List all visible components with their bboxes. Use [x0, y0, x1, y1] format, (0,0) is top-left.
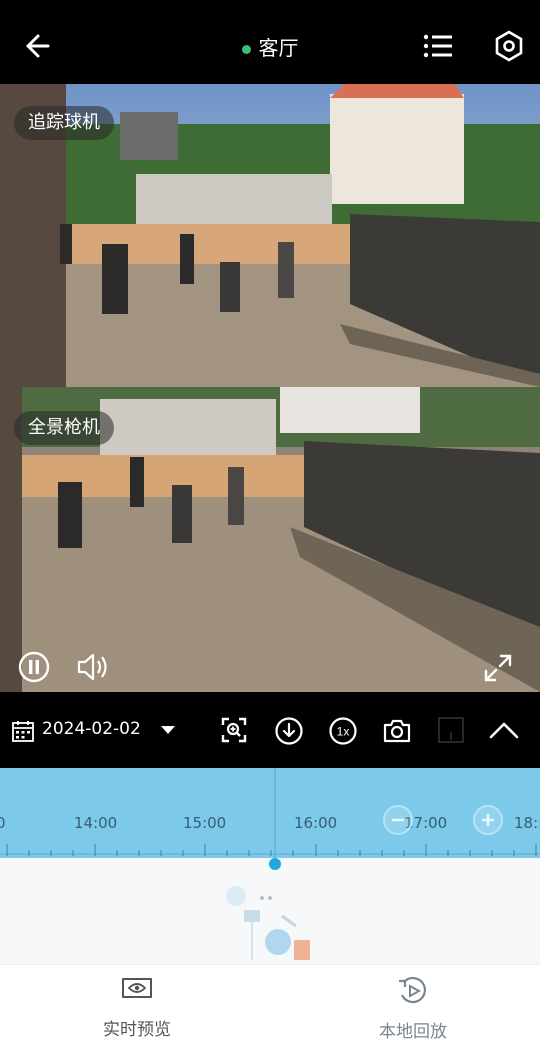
zoom-out-icon[interactable] [380, 802, 416, 838]
playback-empty-area [0, 858, 540, 964]
online-status-dot [241, 45, 251, 54]
page-title: 客厅 [0, 32, 540, 61]
timeline-ticks [0, 768, 540, 858]
panoramic-camera-label: 全景枪机 [14, 411, 114, 445]
record-icon[interactable] [436, 714, 466, 746]
top-bar: 客厅 [0, 0, 540, 84]
zoom-frame-icon[interactable] [218, 714, 250, 746]
page-title-text: 客厅 [258, 36, 299, 60]
nav-local-playback[interactable]: 本地回放 [348, 975, 478, 1042]
list-icon[interactable] [420, 28, 456, 64]
volume-icon[interactable] [74, 649, 114, 685]
hexagon-settings-icon[interactable] [491, 28, 527, 64]
date-selector[interactable]: 2024-02-02 [42, 719, 141, 739]
playback-icon [399, 976, 426, 1004]
speed-label: 1x [337, 725, 350, 739]
timeline-indicator [226, 858, 310, 960]
camera-icon[interactable] [380, 714, 414, 748]
speed-icon[interactable]: 1x [326, 714, 360, 748]
nav-local-playback-label: 本地回放 [379, 1022, 447, 1042]
empty-state-illustration [226, 886, 310, 960]
tracking-camera-label: 追踪球机 [14, 106, 114, 140]
panoramic-camera-video[interactable]: 全景枪机 [0, 387, 540, 692]
nav-live-preview[interactable]: 实时预览 [72, 975, 202, 1040]
nav-live-preview-label: 实时预览 [103, 1020, 171, 1040]
download-icon[interactable] [272, 714, 306, 748]
pause-icon[interactable] [16, 649, 52, 685]
eye-icon [122, 978, 152, 998]
timeline-ruler[interactable]: 0 14:00 15:00 16:00 17:00 18: [0, 768, 540, 858]
bottom-nav: 实时预览 本地回放 [0, 964, 540, 1053]
zoom-in-icon[interactable] [470, 802, 506, 838]
calendar-icon[interactable] [10, 718, 36, 744]
chevron-up-icon[interactable] [486, 714, 522, 746]
tracking-camera-video[interactable]: 追踪球机 [0, 84, 540, 387]
fullscreen-icon[interactable] [480, 650, 516, 686]
dropdown-icon[interactable] [158, 720, 178, 740]
playback-toolbar: 2024-02-02 1x [0, 692, 540, 768]
